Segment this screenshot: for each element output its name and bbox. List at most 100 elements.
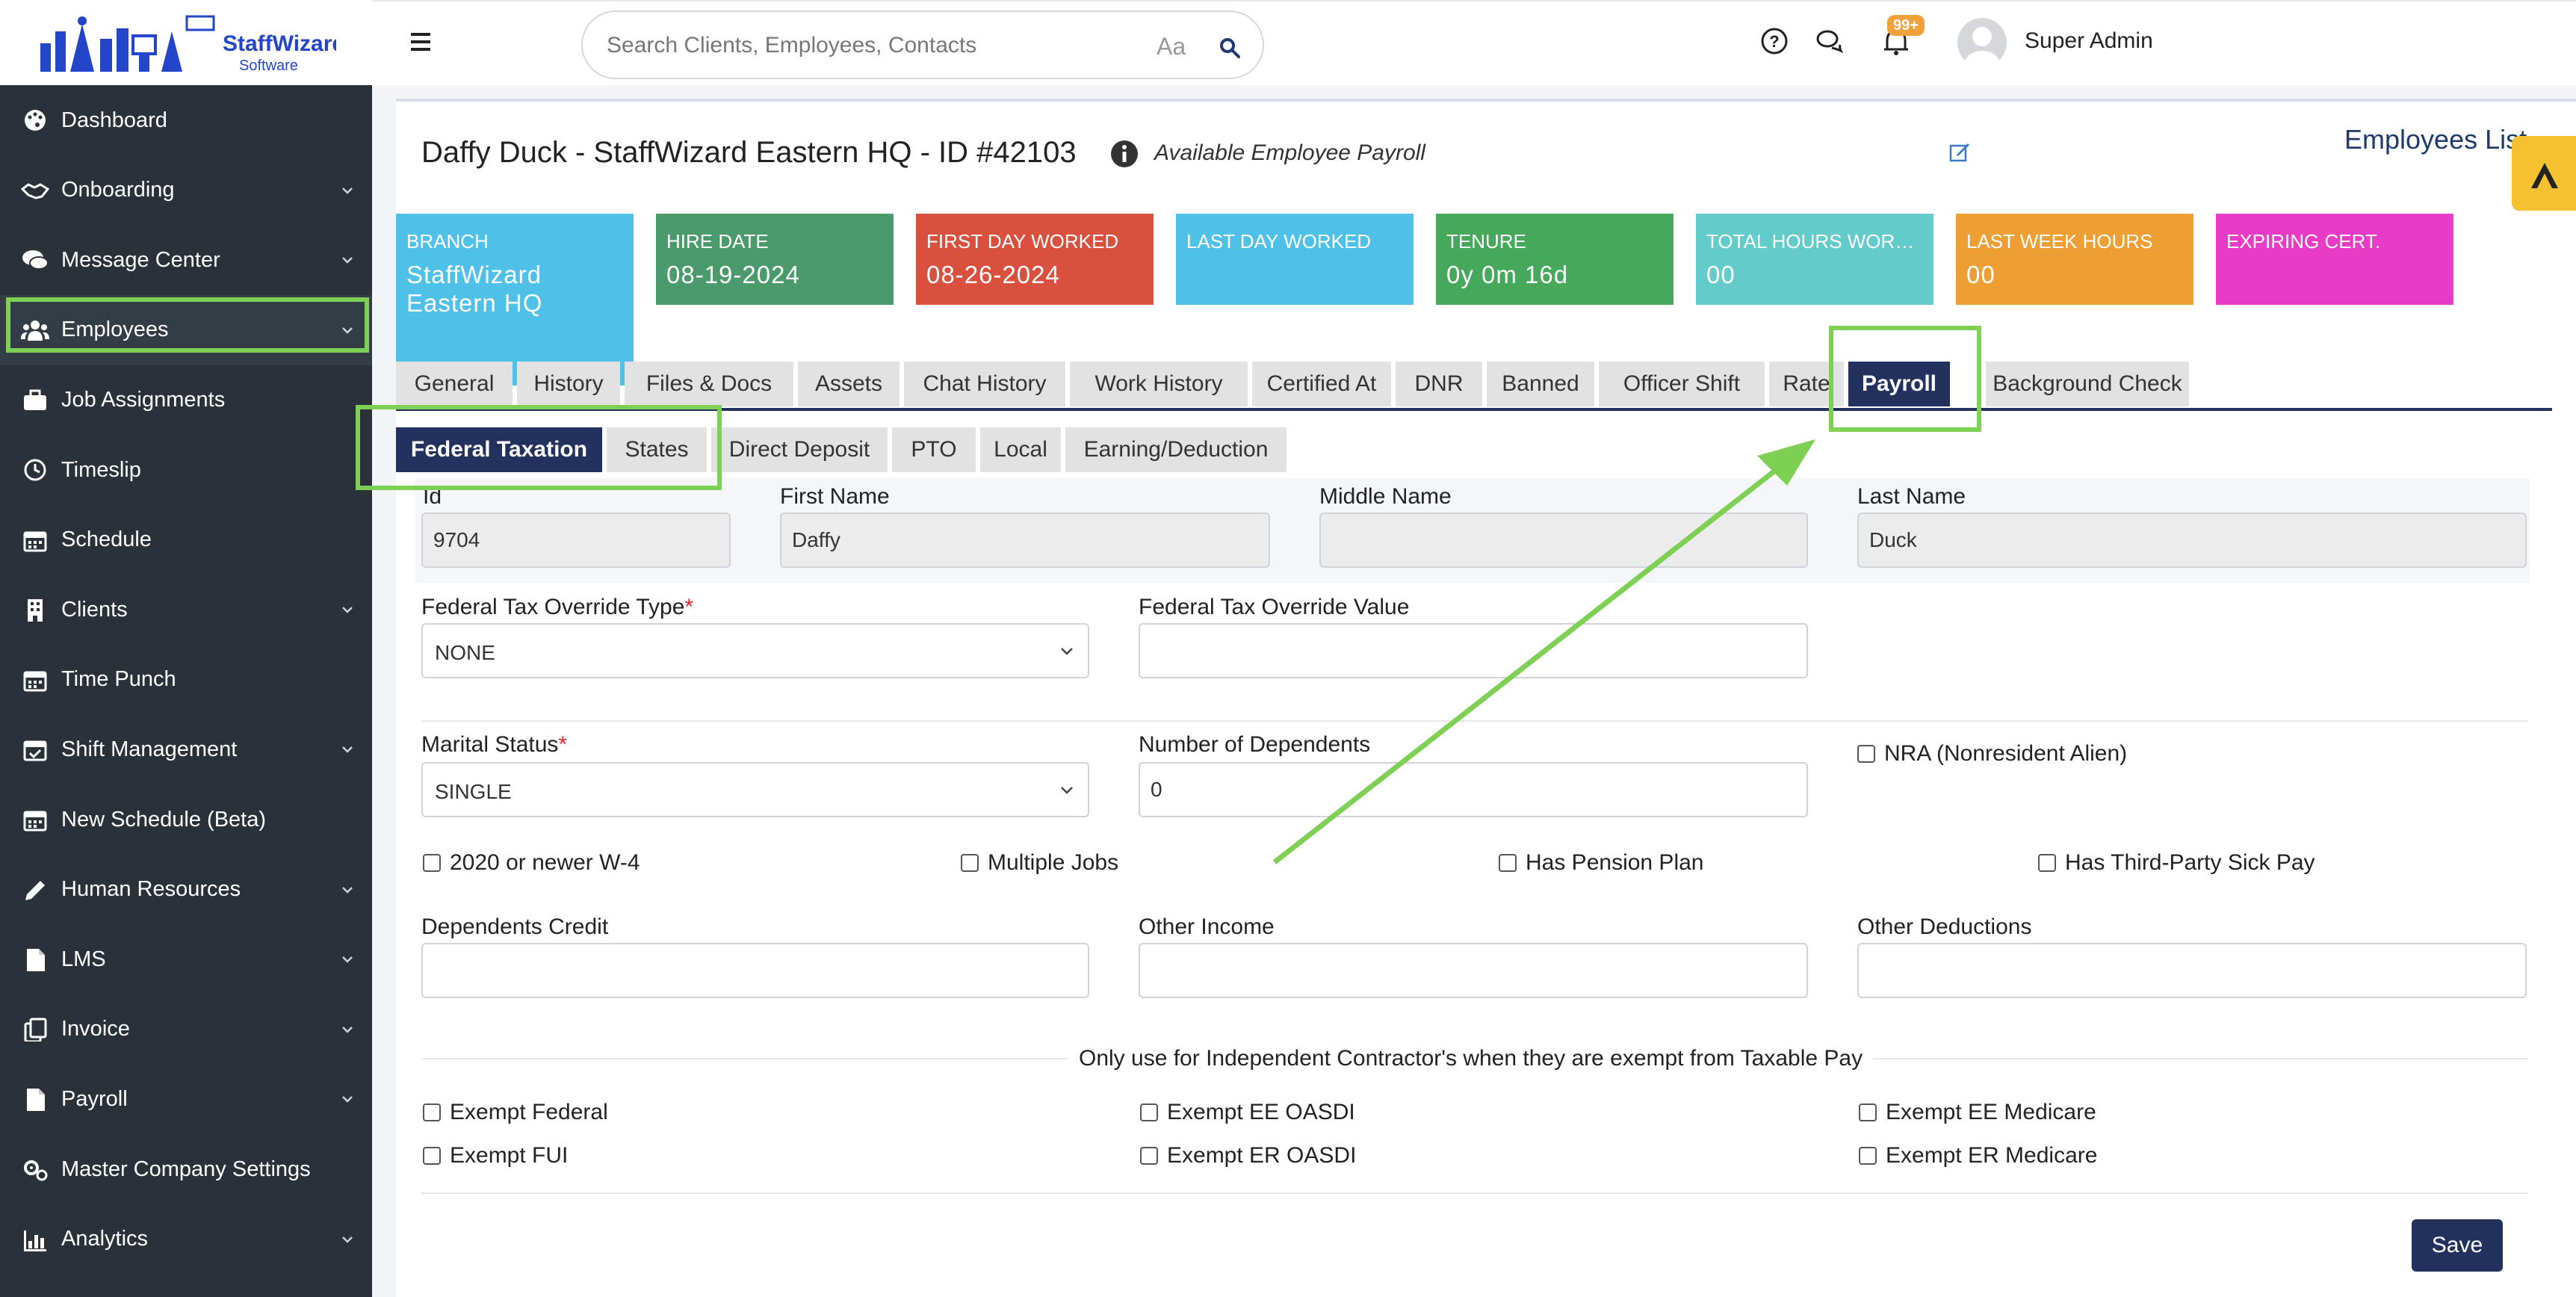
sidebar-item-job-assignments[interactable]: Job Assignments bbox=[0, 365, 372, 435]
subtab-earning-deduction[interactable]: Earning/Deduction bbox=[1065, 427, 1287, 472]
sidebar-item-employees[interactable]: Employees bbox=[0, 294, 372, 365]
sidebar-item-analytics[interactable]: Analytics bbox=[0, 1204, 372, 1275]
tab-background-check[interactable]: Background Check bbox=[1986, 362, 2189, 406]
override-value-field[interactable] bbox=[1139, 623, 1808, 678]
checkbox-box[interactable] bbox=[423, 854, 441, 872]
checkbox-box[interactable] bbox=[423, 1147, 441, 1165]
id-field bbox=[421, 513, 731, 568]
last-name-field bbox=[1857, 513, 2527, 568]
sidebar-item-label: Clients bbox=[61, 597, 128, 622]
subtab-pto[interactable]: PTO bbox=[892, 427, 976, 472]
tab-payroll[interactable]: Payroll bbox=[1848, 362, 1950, 406]
checkbox-box[interactable] bbox=[423, 1103, 441, 1121]
sidebar-item-time-punch[interactable]: Time Punch bbox=[0, 645, 372, 715]
notification-badge: 99+ bbox=[1887, 15, 1925, 36]
middle-name-field bbox=[1319, 513, 1808, 568]
exempt-er-oasdi-checkbox[interactable]: Exempt ER OASDI bbox=[1140, 1143, 1356, 1168]
checkbox-box[interactable] bbox=[1859, 1103, 1877, 1121]
sidebar-item-shift-management[interactable]: Shift Management bbox=[0, 714, 372, 784]
edit-icon[interactable] bbox=[1948, 140, 1971, 163]
tab-certified-at[interactable]: Certified At bbox=[1252, 362, 1391, 406]
override-type-select[interactable]: NONE bbox=[421, 623, 1089, 678]
dependents-field[interactable] bbox=[1139, 762, 1808, 817]
user-name[interactable]: Super Admin bbox=[2025, 28, 2153, 54]
hamburger-menu-icon[interactable] bbox=[409, 31, 433, 52]
tab-assets[interactable]: Assets bbox=[798, 362, 900, 406]
exempt-ee-oasdi-checkbox[interactable]: Exempt EE OASDI bbox=[1140, 1100, 1355, 1125]
staffwizard-logo[interactable]: StaffWizard Software bbox=[37, 9, 336, 75]
info-icon[interactable] bbox=[1109, 139, 1139, 169]
w4-2020-checkbox[interactable]: 2020 or newer W-4 bbox=[423, 850, 640, 876]
sidebar-item-master-company-settings[interactable]: Master Company Settings bbox=[0, 1134, 372, 1204]
nra-checkbox[interactable]: NRA (Nonresident Alien) bbox=[1857, 741, 2127, 767]
clock-icon bbox=[24, 459, 46, 481]
override-type-label: Federal Tax Override Type* bbox=[421, 595, 694, 619]
tab-dnr[interactable]: DNR bbox=[1396, 362, 1482, 406]
chevron-down-icon bbox=[342, 1026, 353, 1033]
employees-list-link[interactable]: Employees List bbox=[2344, 124, 2527, 155]
sidebar-item-dashboard[interactable]: Dashboard bbox=[0, 85, 372, 155]
checkbox-box[interactable] bbox=[1140, 1103, 1158, 1121]
exempt-fui-checkbox[interactable]: Exempt FUI bbox=[423, 1143, 568, 1168]
tab-rate[interactable]: Rate bbox=[1769, 362, 1844, 406]
tab-general[interactable]: General bbox=[396, 362, 513, 406]
case-toggle[interactable]: Aa bbox=[1157, 33, 1186, 61]
sick-pay-checkbox[interactable]: Has Third-Party Sick Pay bbox=[2038, 850, 2315, 876]
side-widget-tab[interactable] bbox=[2512, 136, 2576, 211]
tab-officer-shift[interactable]: Officer Shift bbox=[1599, 362, 1765, 406]
triangle-logo-icon bbox=[2531, 163, 2558, 188]
calendar-icon bbox=[23, 671, 47, 692]
checkbox-box[interactable] bbox=[1140, 1147, 1158, 1165]
sidebar-item-schedule[interactable]: Schedule bbox=[0, 505, 372, 575]
checkbox-box[interactable] bbox=[1857, 745, 1875, 763]
other-deductions-field[interactable] bbox=[1857, 943, 2527, 998]
help-icon[interactable]: ? bbox=[1760, 27, 1789, 55]
sidebar-item-timeslip[interactable]: Timeslip bbox=[0, 435, 372, 505]
subtab-states[interactable]: States bbox=[607, 427, 707, 472]
sidebar-item-label: New Schedule (Beta) bbox=[61, 807, 267, 832]
tab-chat-history[interactable]: Chat History bbox=[904, 362, 1065, 406]
save-button[interactable]: Save bbox=[2412, 1219, 2503, 1272]
sidebar-item-clients[interactable]: Clients bbox=[0, 575, 372, 645]
sidebar-item-human-resources[interactable]: Human Resources bbox=[0, 855, 372, 925]
search-icon[interactable] bbox=[1219, 37, 1240, 58]
chat-icon[interactable] bbox=[1815, 28, 1844, 55]
chevron-down-icon bbox=[342, 746, 353, 754]
stat-value: 08-19-2024 bbox=[666, 261, 800, 288]
subtab-federal-taxation[interactable]: Federal Taxation bbox=[396, 427, 602, 472]
marital-status-select[interactable]: SINGLE bbox=[421, 762, 1089, 817]
sidebar-item-payroll[interactable]: Payroll bbox=[0, 1064, 372, 1134]
avatar[interactable] bbox=[1957, 18, 2007, 67]
subtab-local[interactable]: Local bbox=[980, 427, 1061, 472]
middle-name-label: Middle Name bbox=[1319, 484, 1452, 509]
exempt-er-medicare-checkbox[interactable]: Exempt ER Medicare bbox=[1859, 1143, 2097, 1168]
pension-plan-checkbox[interactable]: Has Pension Plan bbox=[1499, 850, 1703, 876]
chevron-down-icon bbox=[342, 1236, 353, 1243]
checkbox-box[interactable] bbox=[2038, 854, 2056, 872]
chat-bubbles-icon bbox=[22, 250, 49, 270]
exempt-federal-checkbox[interactable]: Exempt Federal bbox=[423, 1100, 608, 1125]
multiple-jobs-checkbox[interactable]: Multiple Jobs bbox=[961, 850, 1118, 876]
sidebar-item-label: Message Center bbox=[61, 247, 220, 272]
sidebar-item-onboarding[interactable]: Onboarding bbox=[0, 155, 372, 226]
dependents-credit-field[interactable] bbox=[421, 943, 1089, 998]
chevron-down-icon bbox=[342, 187, 353, 194]
tab-banned[interactable]: Banned bbox=[1487, 362, 1594, 406]
subtab-direct-deposit[interactable]: Direct Deposit bbox=[711, 427, 888, 472]
chevron-down-icon bbox=[1061, 648, 1073, 655]
search-input[interactable] bbox=[605, 27, 1113, 64]
exempt-ee-medicare-checkbox[interactable]: Exempt EE Medicare bbox=[1859, 1100, 2096, 1125]
sidebar-item-lms[interactable]: LMS bbox=[0, 924, 372, 994]
other-income-field[interactable] bbox=[1139, 943, 1808, 998]
tab-history[interactable]: History bbox=[517, 362, 620, 406]
tab-work-history[interactable]: Work History bbox=[1070, 362, 1248, 406]
sidebar-item-invoice[interactable]: Invoice bbox=[0, 994, 372, 1065]
sidebar-item-message-center[interactable]: Message Center bbox=[0, 225, 372, 295]
contractor-note: Only use for Independent Contractor's wh… bbox=[1068, 1046, 1874, 1071]
checkbox-box[interactable] bbox=[1499, 854, 1517, 872]
sidebar-item-new-schedule-beta[interactable]: New Schedule (Beta) bbox=[0, 784, 372, 855]
tab-files-docs[interactable]: Files & Docs bbox=[625, 362, 793, 406]
document-icon bbox=[27, 949, 45, 972]
checkbox-box[interactable] bbox=[961, 854, 979, 872]
checkbox-box[interactable] bbox=[1859, 1147, 1877, 1165]
